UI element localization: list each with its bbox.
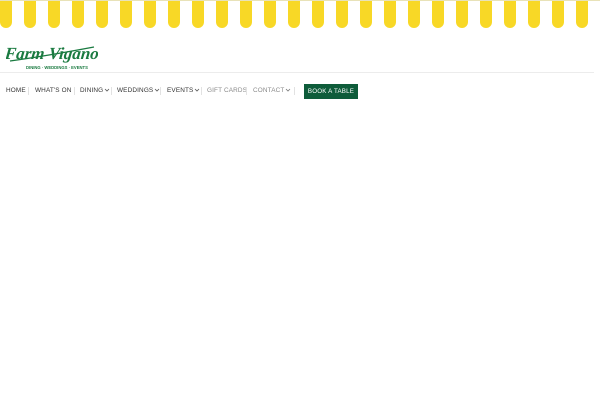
awning-stripe <box>192 0 204 28</box>
nav-separator <box>294 87 295 95</box>
awning-banner <box>0 0 600 28</box>
nav-gift-cards-label: GIFT CARDS <box>207 87 248 94</box>
awning-stripe <box>576 0 588 28</box>
chevron-down-icon <box>195 89 200 92</box>
awning-stripe <box>240 0 252 28</box>
header-divider <box>0 72 594 73</box>
nav-separator <box>111 87 112 95</box>
awning-stripe <box>528 0 540 28</box>
awning-stripe <box>108 0 120 28</box>
awning-stripe <box>144 0 156 28</box>
chevron-down-icon <box>104 89 110 92</box>
awning-stripe <box>420 0 432 28</box>
nav-separator <box>201 87 202 95</box>
nav-separator <box>74 87 75 95</box>
awning-stripe <box>312 0 324 28</box>
awning-stripe <box>120 0 132 28</box>
awning-stripe <box>480 0 492 28</box>
awning-stripe <box>216 0 228 28</box>
awning-stripe <box>36 0 48 28</box>
nav-separator <box>28 87 29 95</box>
nav-whats-on-label: WHAT'S ON <box>35 87 72 94</box>
awning-stripe <box>396 0 408 28</box>
main-nav: HOME WHAT'S ON DINING WEDDINGS EVENTS GI… <box>0 82 600 100</box>
nav-gift-cards[interactable]: GIFT CARDS <box>207 86 247 96</box>
nav-contact-label: CONTACT <box>253 87 285 94</box>
awning-stripe <box>60 0 72 28</box>
awning-stripe <box>72 0 84 28</box>
nav-weddings-label: WEDDINGS <box>117 87 154 94</box>
awning-stripe <box>204 0 216 28</box>
awning-stripe <box>516 0 528 28</box>
awning-stripe <box>96 0 108 28</box>
awning-stripe <box>180 0 192 28</box>
awning-stripe <box>156 0 168 28</box>
nav-events[interactable]: EVENTS <box>167 86 200 96</box>
awning-stripe <box>300 0 312 28</box>
nav-contact[interactable]: CONTACT <box>253 86 291 96</box>
awning-stripe <box>48 0 60 28</box>
nav-dining[interactable]: DINING <box>80 86 110 96</box>
awning-stripe <box>168 0 180 28</box>
awning-stripe <box>336 0 348 28</box>
book-a-table-button[interactable]: BOOK A TABLE <box>304 84 358 99</box>
awning-stripe <box>408 0 420 28</box>
nav-home-label: HOME <box>6 87 26 94</box>
awning-stripe <box>456 0 468 28</box>
nav-home[interactable]: HOME <box>6 86 26 96</box>
awning-stripe <box>228 0 240 28</box>
awning-stripe <box>384 0 396 28</box>
nav-weddings[interactable]: WEDDINGS <box>117 86 160 96</box>
awning-stripe <box>324 0 336 28</box>
awning-stripe <box>276 0 288 28</box>
awning-stripe <box>0 0 12 28</box>
awning-stripe <box>492 0 504 28</box>
awning-top-edge <box>0 0 600 1</box>
awning-stripe <box>288 0 300 28</box>
awning-stripe <box>84 0 96 28</box>
nav-whats-on[interactable]: WHAT'S ON <box>35 86 72 96</box>
awning-stripe <box>564 0 576 28</box>
awning-stripe <box>264 0 276 28</box>
awning-stripe <box>504 0 516 28</box>
awning-stripe <box>12 0 24 28</box>
awning-stripe <box>444 0 456 28</box>
awning-stripe <box>24 0 36 28</box>
awning-stripe <box>432 0 444 28</box>
chevron-down-icon <box>286 89 291 92</box>
nav-separator <box>246 87 247 95</box>
awning-stripe <box>132 0 144 28</box>
awning-stripe <box>252 0 264 28</box>
nav-separator <box>160 87 161 95</box>
awning-stripe <box>372 0 384 28</box>
awning-stripe <box>360 0 372 28</box>
nav-events-label: EVENTS <box>167 87 194 94</box>
awning-stripe <box>588 0 600 28</box>
brand-logo[interactable]: Farm Vigano DINING · WEDDINGS · EVENTS <box>6 34 98 72</box>
awning-stripe <box>468 0 480 28</box>
awning-stripe <box>552 0 564 28</box>
awning-stripe <box>348 0 360 28</box>
brand-tagline: DINING · WEDDINGS · EVENTS <box>26 65 88 70</box>
nav-dining-label: DINING <box>80 87 104 94</box>
awning-stripe <box>540 0 552 28</box>
